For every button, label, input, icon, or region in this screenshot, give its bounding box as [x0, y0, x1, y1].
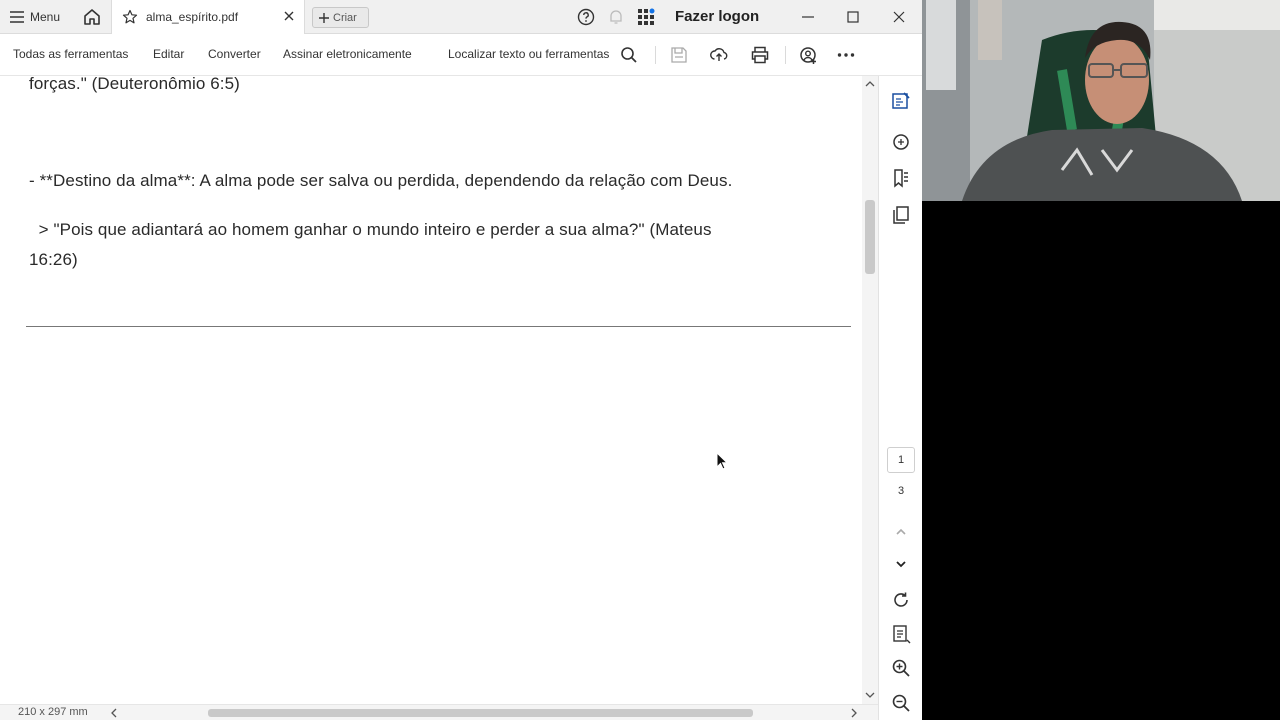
apps-grid-icon[interactable]	[637, 8, 655, 26]
star-icon[interactable]	[122, 9, 138, 25]
home-icon	[84, 9, 100, 25]
close-icon[interactable]	[282, 9, 296, 23]
toolbar-divider	[785, 46, 786, 64]
help-icon[interactable]	[577, 8, 595, 26]
page-fit-icon[interactable]	[891, 624, 911, 644]
document-viewport[interactable]: forças." (Deuteronômio 6:5) - **Destino …	[0, 76, 862, 704]
maximize-icon[interactable]	[843, 7, 863, 27]
mouse-cursor-icon	[716, 452, 728, 470]
current-page-input[interactable]: 1	[887, 447, 915, 473]
chevron-down-icon[interactable]	[891, 554, 911, 574]
bell-icon[interactable]	[607, 8, 625, 26]
right-rail: 1 3	[878, 76, 922, 720]
page-size-label: 210 x 297 mm	[18, 706, 88, 718]
zoom-in-icon[interactable]	[891, 658, 911, 678]
webcam-overlay	[922, 0, 1280, 201]
hamburger-icon	[10, 11, 24, 23]
horizontal-scroll-thumb[interactable]	[208, 709, 753, 717]
create-label: Criar	[333, 11, 357, 24]
menu-label: Menu	[30, 10, 61, 24]
convert-button[interactable]: Converter	[208, 47, 261, 61]
close-window-icon[interactable]	[889, 7, 909, 27]
zoom-out-icon[interactable]	[891, 693, 911, 713]
rotate-icon[interactable]	[891, 590, 911, 610]
plus-icon	[319, 12, 329, 23]
total-pages-label: 3	[897, 485, 905, 497]
search-icon[interactable]	[619, 45, 639, 65]
chevron-up-icon[interactable]	[865, 80, 875, 88]
print-icon[interactable]	[750, 45, 770, 65]
title-bar: Menu alma_espírito.pdf Criar Fazer logon	[0, 0, 922, 34]
toolbar: Todas as ferramentas Editar Converter As…	[0, 34, 922, 76]
horizontal-scrollbar[interactable]: 210 x 297 mm	[0, 704, 878, 720]
document-text-line: > "Pois que adiantará ao homem ganhar o …	[29, 220, 712, 239]
acrobat-window: Menu alma_espírito.pdf Criar Fazer logon…	[0, 0, 922, 720]
more-icon[interactable]	[836, 45, 856, 65]
home-button[interactable]	[82, 7, 102, 27]
find-text-input[interactable]: Localizar texto ou ferramentas	[448, 47, 609, 61]
toolbar-divider	[655, 46, 656, 64]
all-tools-button[interactable]: Todas as ferramentas	[13, 47, 128, 61]
sign-button[interactable]: Assinar eletronicamente	[283, 47, 412, 61]
save-icon[interactable]	[669, 45, 689, 65]
upload-icon[interactable]	[709, 45, 729, 65]
sign-in-button[interactable]: Fazer logon	[675, 8, 759, 25]
chevron-down-icon[interactable]	[865, 691, 875, 699]
chevron-left-icon[interactable]	[110, 708, 118, 718]
create-button[interactable]: Criar	[312, 7, 369, 28]
bookmark-icon[interactable]	[891, 168, 911, 188]
horizontal-rule	[26, 326, 851, 327]
document-tab[interactable]: alma_espírito.pdf	[111, 0, 305, 34]
edit-button[interactable]: Editar	[153, 47, 184, 61]
chevron-right-icon[interactable]	[850, 708, 858, 718]
edit-pdf-icon[interactable]	[891, 91, 911, 111]
document-text-line: 16:26)	[29, 250, 78, 269]
document-text-line: forças." (Deuteronômio 6:5)	[29, 76, 240, 93]
menu-button[interactable]: Menu	[10, 7, 60, 27]
vertical-scroll-thumb[interactable]	[865, 200, 875, 274]
webcam-person-image	[922, 0, 1280, 201]
chevron-up-icon[interactable]	[891, 522, 911, 542]
comment-icon[interactable]	[891, 132, 911, 152]
document-text-line: - **Destino da alma**: A alma pode ser s…	[29, 171, 733, 190]
minimize-icon[interactable]	[798, 7, 818, 27]
pages-icon[interactable]	[891, 205, 911, 225]
share-icon[interactable]	[798, 45, 818, 65]
vertical-scrollbar[interactable]	[862, 76, 878, 704]
tab-label: alma_espírito.pdf	[146, 10, 239, 24]
